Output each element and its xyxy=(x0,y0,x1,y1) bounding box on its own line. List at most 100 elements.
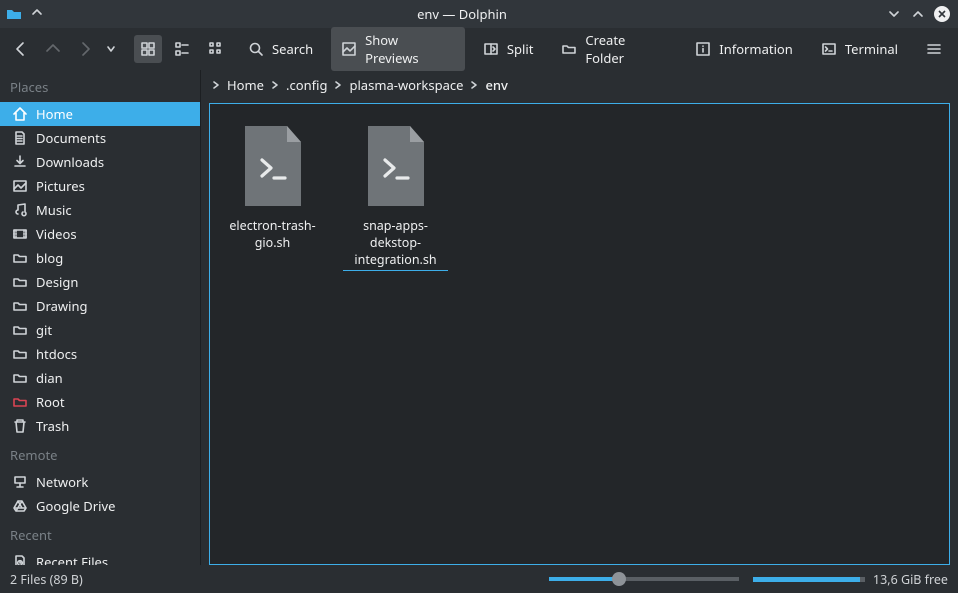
network-icon xyxy=(12,474,28,490)
file-item[interactable]: electron-trash-gio.sh xyxy=(220,118,325,252)
titlebar: env — Dolphin xyxy=(0,0,958,28)
sidebar-item-downloads[interactable]: Downloads xyxy=(0,150,200,174)
view-compact-button[interactable] xyxy=(168,35,196,63)
sidebar-item-label: dian xyxy=(36,369,63,387)
show-previews-label: Show Previews xyxy=(365,31,455,67)
search-button[interactable]: Search xyxy=(238,36,323,62)
breadcrumb-item[interactable]: plasma-workspace xyxy=(345,74,467,96)
sidebar-item-label: Pictures xyxy=(36,177,85,195)
recent-files-icon xyxy=(12,554,28,565)
sidebar-item-design[interactable]: Design xyxy=(0,270,200,294)
status-summary: 2 Files (89 B) xyxy=(10,571,83,588)
sidebar-item-trash[interactable]: Trash xyxy=(0,414,200,438)
shell-script-icon xyxy=(356,118,436,214)
view-details-button[interactable] xyxy=(202,35,230,63)
sidebar-item-label: Videos xyxy=(36,225,77,243)
pin-icon[interactable] xyxy=(30,5,44,23)
sidebar-item-label: Recent Files xyxy=(36,553,108,565)
image-icon xyxy=(12,178,28,194)
document-icon xyxy=(12,130,28,146)
terminal-label: Terminal xyxy=(845,40,898,58)
app-icon xyxy=(6,6,22,22)
shell-script-icon xyxy=(233,118,313,214)
sidebar-item-label: Root xyxy=(36,393,65,411)
sidebar-item-blog[interactable]: blog xyxy=(0,246,200,270)
folder-icon xyxy=(12,370,28,386)
sidebar-item-label: Documents xyxy=(36,129,106,147)
sidebar-item-music[interactable]: Music xyxy=(0,198,200,222)
zoom-slider[interactable] xyxy=(549,577,739,581)
file-label: electron-trash-gio.sh xyxy=(220,218,325,252)
menu-button[interactable] xyxy=(924,39,944,59)
folder-icon xyxy=(12,394,28,410)
disk-free-label: 13,6 GiB free xyxy=(873,571,948,588)
disk-usage: 13,6 GiB free xyxy=(753,571,948,588)
view-icons-button[interactable] xyxy=(134,35,162,63)
breadcrumb-item[interactable]: env xyxy=(481,74,511,96)
file-label: snap-apps-dekstop-integration.sh xyxy=(343,218,448,271)
toolbar: Search Show Previews Split Create Folder… xyxy=(0,28,958,70)
split-label: Split xyxy=(507,40,534,58)
folder-icon xyxy=(12,322,28,338)
information-label: Information xyxy=(719,40,793,58)
statusbar: 2 Files (89 B) 13,6 GiB free xyxy=(0,565,958,593)
chevron-right-icon xyxy=(333,76,343,94)
sidebar-item-root[interactable]: Root xyxy=(0,390,200,414)
information-button[interactable]: Information xyxy=(685,36,803,62)
folder-icon xyxy=(12,298,28,314)
sidebar-item-recent-files[interactable]: Recent Files xyxy=(0,550,200,565)
sidebar-item-label: Music xyxy=(36,201,72,219)
sidebar-item-documents[interactable]: Documents xyxy=(0,126,200,150)
chevron-right-icon xyxy=(270,76,280,94)
sidebar-section-recent: Recent xyxy=(0,518,200,550)
sidebar-item-network[interactable]: Network xyxy=(0,470,200,494)
nav-back-button[interactable] xyxy=(10,38,32,60)
sidebar-item-drawing[interactable]: Drawing xyxy=(0,294,200,318)
sidebar-section-remote: Remote xyxy=(0,438,200,470)
download-icon xyxy=(12,154,28,170)
sidebar-item-pictures[interactable]: Pictures xyxy=(0,174,200,198)
nav-forward-button[interactable] xyxy=(74,38,96,60)
maximize-button[interactable] xyxy=(908,4,928,24)
file-item[interactable]: snap-apps-dekstop-integration.sh xyxy=(343,118,448,271)
terminal-button[interactable]: Terminal xyxy=(811,36,908,62)
sidebar-item-label: Home xyxy=(36,105,73,123)
sidebar-item-label: Network xyxy=(36,473,88,491)
nav-up-button[interactable] xyxy=(42,38,64,60)
search-label: Search xyxy=(272,40,313,58)
window-title: env — Dolphin xyxy=(44,5,880,23)
folder-icon xyxy=(12,250,28,266)
create-folder-button[interactable]: Create Folder xyxy=(551,27,677,71)
chevron-right-icon xyxy=(469,76,479,94)
sidebar-item-label: htdocs xyxy=(36,345,77,363)
folder-icon xyxy=(12,346,28,362)
minimize-button[interactable] xyxy=(884,4,904,24)
breadcrumb: Home .config plasma-workspace env xyxy=(201,70,958,100)
sidebar-item-htdocs[interactable]: htdocs xyxy=(0,342,200,366)
sidebar-item-videos[interactable]: Videos xyxy=(0,222,200,246)
sidebar-item-label: Trash xyxy=(36,417,69,435)
folder-icon xyxy=(12,274,28,290)
create-folder-label: Create Folder xyxy=(585,31,667,67)
breadcrumb-item[interactable]: .config xyxy=(282,74,331,96)
sidebar-item-label: Design xyxy=(36,273,78,291)
show-previews-button[interactable]: Show Previews xyxy=(331,27,465,71)
chevron-right-icon xyxy=(211,76,221,94)
sidebar-item-home[interactable]: Home xyxy=(0,102,200,126)
sidebar-item-dian[interactable]: dian xyxy=(0,366,200,390)
file-grid[interactable]: electron-trash-gio.sh snap-apps-dekstop-i… xyxy=(209,103,950,565)
sidebar-item-git[interactable]: git xyxy=(0,318,200,342)
music-icon xyxy=(12,202,28,218)
nav-history-dropdown[interactable] xyxy=(106,38,116,60)
sidebar-item-label: git xyxy=(36,321,52,339)
breadcrumb-item[interactable]: Home xyxy=(223,74,268,96)
home-icon xyxy=(12,106,28,122)
split-button[interactable]: Split xyxy=(473,36,544,62)
sidebar-item-label: Drawing xyxy=(36,297,88,315)
sidebar-item-google-drive[interactable]: Google Drive xyxy=(0,494,200,518)
video-icon xyxy=(12,226,28,242)
sidebar-item-label: Downloads xyxy=(36,153,104,171)
close-button[interactable] xyxy=(932,4,952,24)
trash-icon xyxy=(12,418,28,434)
sidebar-section-places: Places xyxy=(0,70,200,102)
